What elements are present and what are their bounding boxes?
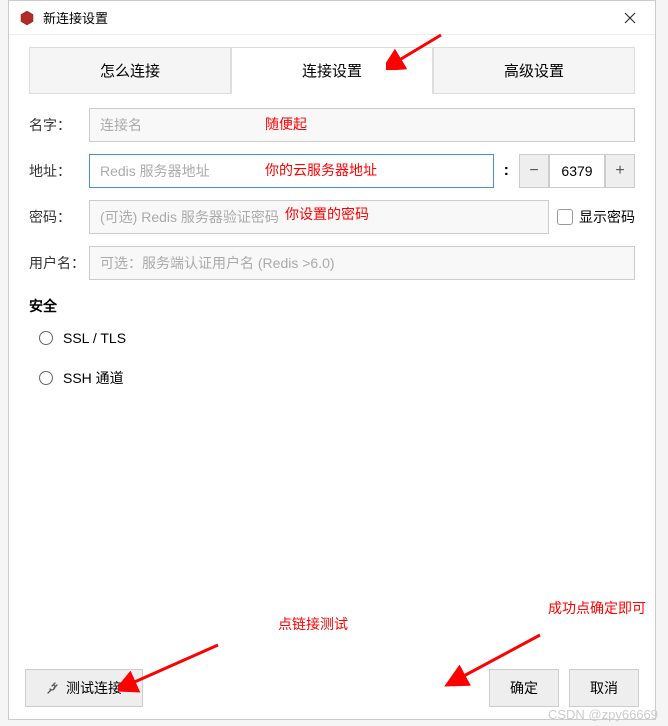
password-row: 密码： 显示密码 [29,200,635,234]
plug-icon [46,681,60,695]
address-port-separator: : [504,162,509,180]
test-connection-label: 测试连接 [66,678,122,698]
tab-how-to-connect[interactable]: 怎么连接 [29,47,231,94]
ok-label: 确定 [510,678,538,698]
test-connection-button[interactable]: 测试连接 [25,669,143,707]
password-label: 密码： [29,207,89,227]
name-input[interactable] [89,108,635,142]
cancel-button[interactable]: 取消 [569,669,639,707]
close-icon [624,12,636,24]
show-password-checkbox[interactable] [557,209,573,225]
port-decrement-button[interactable]: − [519,154,549,188]
username-input[interactable] [89,246,635,280]
ssl-option[interactable]: SSL / TLS [29,330,635,346]
show-password-label: 显示密码 [579,207,635,227]
close-button[interactable] [615,7,645,29]
titlebar: 新连接设置 [9,1,655,35]
ssh-label: SSH 通道 [63,368,124,388]
address-input[interactable] [89,154,494,188]
watermark: CSDN @zpy66669 [548,707,658,722]
app-icon [19,10,35,26]
ssl-label: SSL / TLS [63,330,126,346]
address-row: 地址： : − + [29,154,635,188]
port-input[interactable] [549,154,605,188]
cancel-label: 取消 [590,678,618,698]
port-increment-button[interactable]: + [605,154,635,188]
show-password-group[interactable]: 显示密码 [557,207,635,227]
tab-connection-settings[interactable]: 连接设置 [231,47,433,94]
ssh-radio[interactable] [39,371,53,385]
tabs: 怎么连接 连接设置 高级设置 [9,35,655,94]
address-label: 地址： [29,161,89,181]
username-label: 用户名： [29,253,89,273]
name-label: 名字： [29,115,89,135]
ssh-option[interactable]: SSH 通道 [29,368,635,388]
ok-button[interactable]: 确定 [489,669,559,707]
username-row: 用户名： [29,246,635,280]
connection-settings-dialog: 新连接设置 怎么连接 连接设置 高级设置 名字： 地址： : − + [8,0,656,720]
security-section-title: 安全 [29,296,635,316]
form-area: 名字： 地址： : − + 密码： 显示密码 用户名： 安全 [9,94,655,657]
tab-advanced-settings[interactable]: 高级设置 [433,47,635,94]
dialog-title: 新连接设置 [43,8,615,27]
name-row: 名字： [29,108,635,142]
ssl-radio[interactable] [39,331,53,345]
password-input[interactable] [89,200,549,234]
